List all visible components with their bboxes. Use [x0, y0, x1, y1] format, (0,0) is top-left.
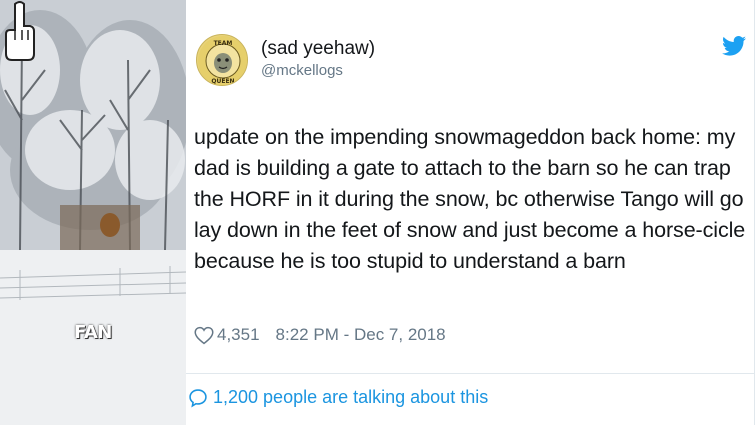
snowy-yard-photo: FAN — [0, 0, 186, 425]
embedded-tweet-card: FAN TEAM QUEEN (sad yeehaw) @mckellogs u… — [0, 0, 755, 425]
twitter-bird-icon[interactable] — [722, 36, 746, 56]
user-handle[interactable]: @mckellogs — [261, 62, 343, 79]
like-count[interactable]: 4,351 — [217, 325, 260, 345]
svg-text:QUEEN: QUEEN — [211, 78, 234, 85]
divider — [186, 373, 755, 374]
tweet-meta: 4,351 8:22 PM - Dec 7, 2018 — [194, 325, 446, 345]
foam-finger-icon — [5, 1, 35, 61]
speech-bubble-icon — [189, 388, 207, 408]
avatar-image: TEAM QUEEN — [198, 36, 247, 85]
tweet-text: update on the impending snowmageddon bac… — [194, 125, 746, 273]
tweet: TEAM QUEEN (sad yeehaw) @mckellogs updat… — [186, 0, 755, 425]
svg-text:TEAM: TEAM — [214, 40, 233, 47]
heart-icon[interactable] — [194, 326, 214, 345]
conversation-link[interactable]: 1,200 people are talking about this — [188, 387, 488, 408]
avatar[interactable]: TEAM QUEEN — [196, 34, 248, 86]
fan-badge-label: FAN — [74, 322, 112, 343]
display-name[interactable]: (sad yeehaw) — [261, 38, 375, 60]
tweet-timestamp[interactable]: 8:22 PM - Dec 7, 2018 — [276, 325, 446, 345]
talking-count-text[interactable]: 1,200 people are talking about this — [213, 387, 488, 408]
